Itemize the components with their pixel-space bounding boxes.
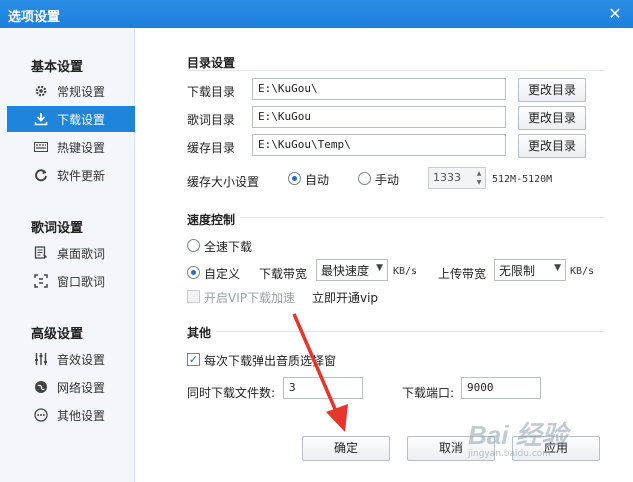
lyrics-dir-label: 歌词目录 <box>187 113 236 127</box>
concurrent-downloads-input[interactable]: 3 <box>283 377 363 399</box>
custom-speed-label: 自定义 <box>204 267 241 281</box>
ok-button[interactable]: 确定 <box>302 436 390 461</box>
sidebar-item-other[interactable]: 其他设置 <box>7 402 135 428</box>
change-download-dir-button[interactable]: 更改目录 <box>518 78 586 102</box>
section-title-directory: 目录设置 <box>187 56 236 70</box>
sidebar-item-update[interactable]: 软件更新 <box>7 162 135 188</box>
download-bandwidth-unit: KB/s <box>393 266 418 277</box>
cache-size-manual-radio[interactable] <box>358 172 371 185</box>
section-title-speed: 速度控制 <box>187 213 236 227</box>
keyboard-icon <box>33 139 49 155</box>
sidebar-item-label: 桌面歌词 <box>57 246 106 261</box>
cache-size-auto-label: 自动 <box>305 173 330 187</box>
upload-bandwidth-value: 无限制 <box>499 264 536 278</box>
quality-popup-checkbox[interactable]: ✓ <box>187 353 200 366</box>
sidebar-item-label: 窗口歌词 <box>57 274 106 289</box>
upload-bandwidth-label: 上传带宽 <box>438 267 487 281</box>
lyrics-dir-input[interactable]: E:\KuGou <box>252 106 506 128</box>
cancel-button[interactable]: 取消 <box>407 436 495 461</box>
desktop-lyrics-icon <box>33 245 49 261</box>
full-speed-label: 全速下载 <box>204 240 253 254</box>
equalizer-icon <box>33 351 49 367</box>
sidebar-group-advanced: 高级设置 <box>31 327 84 342</box>
custom-speed-radio[interactable] <box>187 266 200 279</box>
sidebar-item-label: 下载设置 <box>57 112 106 127</box>
window-title: 选项设置 <box>8 10 61 25</box>
sidebar-item-download[interactable]: 下载设置 <box>7 106 135 132</box>
change-lyrics-dir-button[interactable]: 更改目录 <box>518 106 586 130</box>
sidebar-group-lyrics: 歌词设置 <box>31 221 84 236</box>
close-icon[interactable]: ✕ <box>605 4 625 24</box>
apply-button[interactable]: 应用 <box>512 436 600 461</box>
network-icon <box>33 379 49 395</box>
concurrent-downloads-label: 同时下载文件数: <box>187 386 276 400</box>
sidebar-item-sound[interactable]: 音效设置 <box>7 346 135 372</box>
cache-dir-input[interactable]: E:\KuGou\Temp\ <box>252 134 506 156</box>
cache-size-auto-radio[interactable] <box>288 172 301 185</box>
chevron-down-icon: ▼ <box>554 263 561 273</box>
chevron-down-icon: ▼ <box>376 263 383 273</box>
section-divider <box>240 217 605 218</box>
sidebar-item-general[interactable]: 常规设置 <box>7 78 135 104</box>
sidebar-item-desktop-lyrics[interactable]: 桌面歌词 <box>7 240 135 266</box>
cache-size-value: 1333 <box>433 171 461 184</box>
download-dir-label: 下载目录 <box>187 85 236 99</box>
download-port-label: 下载端口: <box>402 386 455 400</box>
sidebar-group-basic: 基本设置 <box>31 60 84 75</box>
sidebar-item-label: 热键设置 <box>57 140 106 155</box>
full-speed-radio[interactable] <box>187 239 200 252</box>
download-port-input[interactable]: 9000 <box>461 377 541 399</box>
section-divider <box>216 331 605 332</box>
cache-size-range: 512M-5120M <box>492 174 553 185</box>
sidebar-item-hotkey[interactable]: 热键设置 <box>7 134 135 160</box>
sidebar-item-label: 网络设置 <box>57 380 106 395</box>
window-titlebar: 选项设置 ✕ <box>0 0 633 28</box>
vip-accelerate-checkbox[interactable] <box>187 290 200 303</box>
cache-size-label: 缓存大小设置 <box>187 175 260 189</box>
cache-size-manual-label: 手动 <box>375 173 400 187</box>
sidebar-item-network[interactable]: 网络设置 <box>7 374 135 400</box>
download-dir-input[interactable]: E:\KuGou\ <box>252 78 506 100</box>
more-icon <box>33 407 49 423</box>
upload-bandwidth-unit: KB/s <box>570 266 595 277</box>
section-title-other: 其他 <box>187 326 212 340</box>
cache-size-spinner[interactable]: 1333 ▲ ▼ <box>428 167 486 189</box>
section-divider <box>187 70 605 71</box>
download-bandwidth-label: 下载带宽 <box>259 267 308 281</box>
sidebar-item-label: 音效设置 <box>57 352 106 367</box>
download-icon <box>33 111 49 127</box>
settings-panel: 目录设置 下载目录 E:\KuGou\ 更改目录 歌词目录 E:\KuGou 更… <box>136 28 633 482</box>
sidebar: 基本设置 常规设置 下载设置 热键设置 软件更新 歌词设置 桌面歌词 窗口歌词 … <box>0 28 135 482</box>
change-cache-dir-button[interactable]: 更改目录 <box>518 134 586 158</box>
open-vip-link[interactable]: 立即开通vip <box>312 289 378 306</box>
spinner-arrows-icon[interactable]: ▲ ▼ <box>474 169 484 187</box>
sidebar-item-label: 软件更新 <box>57 168 106 183</box>
vip-accelerate-label: 开启VIP下载加速 <box>204 291 295 305</box>
quality-popup-label: 每次下载弹出音质选择窗 <box>204 354 337 368</box>
upload-bandwidth-select[interactable]: 无限制 ▼ <box>494 259 566 281</box>
sidebar-item-label: 其他设置 <box>57 408 106 423</box>
download-bandwidth-select[interactable]: 最快速度 ▼ <box>316 259 388 281</box>
download-bandwidth-value: 最快速度 <box>321 264 370 278</box>
sidebar-item-label: 常规设置 <box>57 84 106 99</box>
cache-dir-label: 缓存目录 <box>187 141 236 155</box>
window-lyrics-icon <box>33 273 49 289</box>
sidebar-item-window-lyrics[interactable]: 窗口歌词 <box>7 268 135 294</box>
gear-icon <box>33 83 49 99</box>
refresh-icon <box>33 167 49 183</box>
